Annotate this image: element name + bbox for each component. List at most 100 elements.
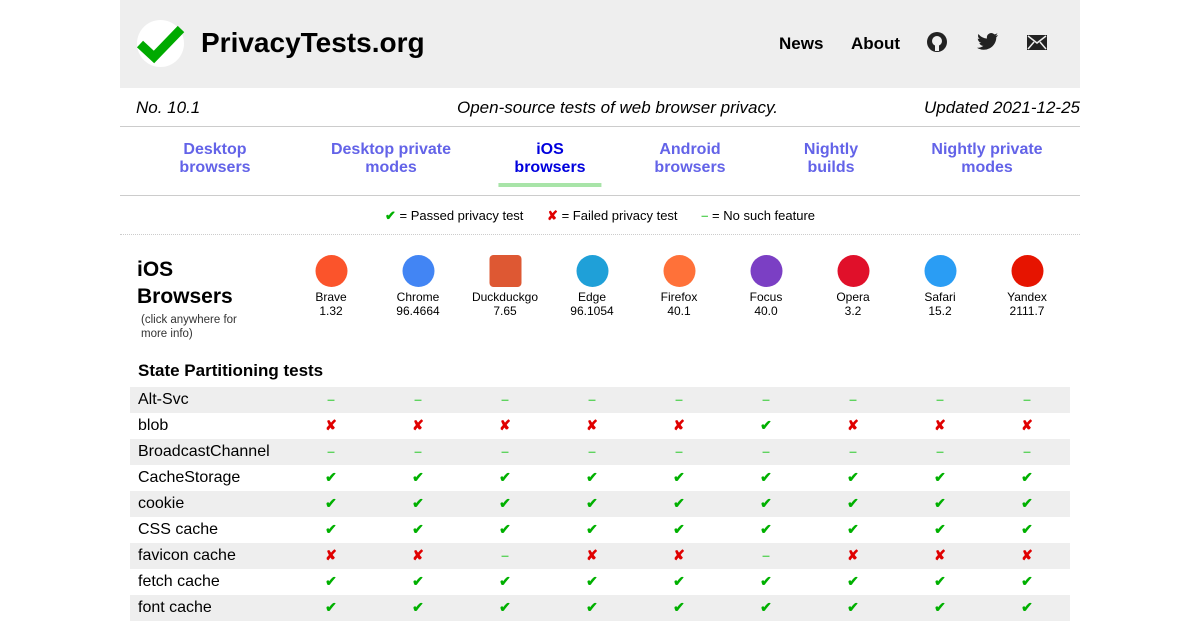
pass-icon[interactable]: ✔: [664, 573, 694, 590]
pass-icon[interactable]: ✔: [403, 469, 433, 486]
pass-icon[interactable]: ✔: [577, 469, 607, 486]
pass-icon[interactable]: ✔: [490, 495, 520, 512]
pass-icon[interactable]: ✔: [838, 521, 868, 538]
browser-firefox[interactable]: Firefox40.1: [636, 255, 723, 318]
browser-focus[interactable]: Focus40.0: [723, 255, 810, 318]
browser-yandex[interactable]: Yandex2111.7: [984, 255, 1071, 318]
fail-icon[interactable]: ✘: [925, 417, 955, 434]
pass-icon[interactable]: ✔: [1012, 599, 1042, 616]
pass-icon[interactable]: ✔: [490, 599, 520, 616]
nav-about[interactable]: About: [851, 34, 900, 54]
pass-icon[interactable]: ✔: [577, 495, 607, 512]
none-icon[interactable]: –: [490, 391, 520, 407]
none-icon[interactable]: –: [1012, 443, 1042, 459]
pass-icon[interactable]: ✔: [664, 495, 694, 512]
pass-icon[interactable]: ✔: [490, 573, 520, 590]
tab-desktop-browsers[interactable]: Desktopbrowsers: [179, 141, 250, 177]
pass-icon[interactable]: ✔: [403, 573, 433, 590]
pass-icon[interactable]: ✔: [403, 495, 433, 512]
table-row[interactable]: CacheStorage✔✔✔✔✔✔✔✔✔: [130, 465, 1070, 491]
browser-chrome[interactable]: Chrome96.4664: [375, 255, 462, 318]
none-icon[interactable]: –: [577, 391, 607, 407]
fail-icon[interactable]: ✘: [577, 417, 607, 434]
pass-icon[interactable]: ✔: [490, 521, 520, 538]
none-icon[interactable]: –: [316, 391, 346, 407]
pass-icon[interactable]: ✔: [316, 599, 346, 616]
fail-icon[interactable]: ✘: [838, 547, 868, 564]
tab-desktop-private-modes[interactable]: Desktop privatemodes: [331, 141, 451, 177]
none-icon[interactable]: –: [925, 391, 955, 407]
table-row[interactable]: favicon cache✘✘–✘✘–✘✘✘: [130, 543, 1070, 569]
pass-icon[interactable]: ✔: [316, 573, 346, 590]
pass-icon[interactable]: ✔: [925, 495, 955, 512]
pass-icon[interactable]: ✔: [751, 495, 781, 512]
pass-icon[interactable]: ✔: [490, 469, 520, 486]
pass-icon[interactable]: ✔: [1012, 495, 1042, 512]
pass-icon[interactable]: ✔: [751, 417, 781, 434]
fail-icon[interactable]: ✘: [925, 547, 955, 564]
browser-opera[interactable]: Opera3.2: [810, 255, 897, 318]
none-icon[interactable]: –: [751, 391, 781, 407]
pass-icon[interactable]: ✔: [664, 469, 694, 486]
pass-icon[interactable]: ✔: [838, 495, 868, 512]
table-row[interactable]: fetch cache✔✔✔✔✔✔✔✔✔: [130, 569, 1070, 595]
pass-icon[interactable]: ✔: [403, 521, 433, 538]
fail-icon[interactable]: ✘: [316, 547, 346, 564]
nav-news[interactable]: News: [779, 34, 823, 54]
pass-icon[interactable]: ✔: [751, 469, 781, 486]
table-row[interactable]: CSS cache✔✔✔✔✔✔✔✔✔: [130, 517, 1070, 543]
tab-android-browsers[interactable]: Androidbrowsers: [654, 141, 725, 177]
none-icon[interactable]: –: [751, 443, 781, 459]
none-icon[interactable]: –: [316, 443, 346, 459]
none-icon[interactable]: –: [577, 443, 607, 459]
pass-icon[interactable]: ✔: [403, 599, 433, 616]
pass-icon[interactable]: ✔: [1012, 573, 1042, 590]
pass-icon[interactable]: ✔: [751, 573, 781, 590]
pass-icon[interactable]: ✔: [925, 521, 955, 538]
mail-icon[interactable]: [1027, 35, 1047, 50]
pass-icon[interactable]: ✔: [1012, 469, 1042, 486]
fail-icon[interactable]: ✘: [490, 417, 520, 434]
checkmark-logo-icon[interactable]: [137, 20, 184, 67]
pass-icon[interactable]: ✔: [925, 599, 955, 616]
none-icon[interactable]: –: [838, 391, 868, 407]
table-row[interactable]: cookie✔✔✔✔✔✔✔✔✔: [130, 491, 1070, 517]
pass-icon[interactable]: ✔: [838, 599, 868, 616]
none-icon[interactable]: –: [664, 443, 694, 459]
fail-icon[interactable]: ✘: [664, 417, 694, 434]
pass-icon[interactable]: ✔: [664, 599, 694, 616]
none-icon[interactable]: –: [838, 443, 868, 459]
pass-icon[interactable]: ✔: [664, 521, 694, 538]
pass-icon[interactable]: ✔: [925, 573, 955, 590]
browser-safari[interactable]: Safari15.2: [897, 255, 984, 318]
fail-icon[interactable]: ✘: [1012, 547, 1042, 564]
none-icon[interactable]: –: [664, 391, 694, 407]
pass-icon[interactable]: ✔: [925, 469, 955, 486]
browser-duckduckgo[interactable]: Duckduckgo7.65: [462, 255, 549, 318]
none-icon[interactable]: –: [403, 443, 433, 459]
pass-icon[interactable]: ✔: [577, 599, 607, 616]
fail-icon[interactable]: ✘: [838, 417, 868, 434]
table-row[interactable]: Alt-Svc–––––––––: [130, 387, 1070, 413]
none-icon[interactable]: –: [1012, 391, 1042, 407]
fail-icon[interactable]: ✘: [577, 547, 607, 564]
fail-icon[interactable]: ✘: [316, 417, 346, 434]
pass-icon[interactable]: ✔: [1012, 521, 1042, 538]
none-icon[interactable]: –: [925, 443, 955, 459]
twitter-icon[interactable]: [977, 32, 999, 52]
pass-icon[interactable]: ✔: [838, 573, 868, 590]
none-icon[interactable]: –: [490, 547, 520, 563]
pass-icon[interactable]: ✔: [316, 469, 346, 486]
github-icon[interactable]: [927, 32, 947, 52]
fail-icon[interactable]: ✘: [664, 547, 694, 564]
table-row[interactable]: font cache✔✔✔✔✔✔✔✔✔: [130, 595, 1070, 621]
pass-icon[interactable]: ✔: [316, 495, 346, 512]
fail-icon[interactable]: ✘: [1012, 417, 1042, 434]
table-row[interactable]: blob✘✘✘✘✘✔✘✘✘: [130, 413, 1070, 439]
fail-icon[interactable]: ✘: [403, 547, 433, 564]
tab-nightly-private-modes[interactable]: Nightly privatemodes: [931, 141, 1042, 177]
pass-icon[interactable]: ✔: [316, 521, 346, 538]
pass-icon[interactable]: ✔: [577, 573, 607, 590]
browser-edge[interactable]: Edge96.1054: [549, 255, 636, 318]
tab-nightly-builds[interactable]: Nightlybuilds: [804, 141, 858, 177]
